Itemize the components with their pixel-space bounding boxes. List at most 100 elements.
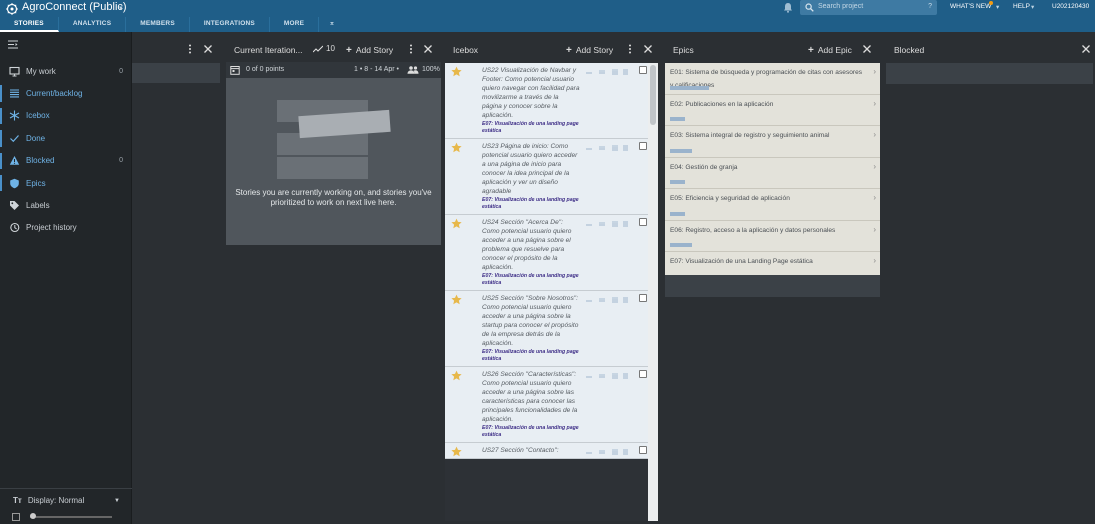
estimate-icon[interactable] — [586, 448, 628, 456]
sidebar-item-my-work[interactable]: My work 0 — [0, 60, 132, 82]
sidebar-item-epics[interactable]: Epics — [0, 172, 132, 194]
story-item[interactable]: US22 Visualización de Navbar y Footer: C… — [445, 63, 648, 139]
display-chevron-icon[interactable]: ▼ — [114, 498, 120, 504]
main-tabs: STORIES ANALYTICS MEMBERS INTEGRATIONS M… — [0, 17, 345, 32]
epic-item[interactable]: E04: Gestión de granja › — [665, 157, 880, 189]
whats-new-chevron-icon[interactable]: ▾ — [996, 3, 999, 11]
help-chevron-icon[interactable]: ▾ — [1031, 3, 1034, 11]
tab-integrations[interactable]: INTEGRATIONS — [190, 17, 270, 32]
sidebar-item-current-backlog[interactable]: Current/backlog — [0, 82, 132, 104]
chevron-right-icon[interactable]: › — [873, 162, 876, 171]
zoom-slider[interactable] — [30, 516, 112, 518]
close-panel-icon[interactable] — [643, 44, 653, 54]
chevron-right-icon[interactable]: › — [873, 256, 876, 265]
sidebar-item-label: Blocked — [26, 156, 55, 166]
sidebar-item-blocked[interactable]: Blocked 0 — [0, 150, 132, 172]
epic-name: E05: Eficiencia y seguridad de aplicació… — [670, 195, 790, 202]
epic-item[interactable]: E01: Sistema de búsqueda y programación … — [665, 63, 880, 95]
unnamed-panel — [132, 40, 220, 85]
star-icon[interactable] — [451, 218, 462, 229]
sidebar-item-project-history[interactable]: Project history — [0, 217, 132, 239]
select-checkbox[interactable] — [639, 446, 647, 454]
story-item[interactable]: US24 Sección "Acerca De": Como potencial… — [445, 215, 648, 291]
estimate-icon[interactable] — [586, 144, 628, 152]
story-item[interactable]: US26 Sección "Características": Como pot… — [445, 367, 648, 443]
notification-bell-icon[interactable] — [783, 2, 793, 13]
help-link[interactable]: HELP — [1013, 3, 1030, 10]
close-panel-icon[interactable] — [203, 44, 213, 54]
chevron-right-icon[interactable]: › — [873, 130, 876, 139]
project-name[interactable]: AgroConnect (Public) — [22, 1, 127, 13]
chevron-right-icon[interactable]: › — [873, 225, 876, 234]
panel-menu-icon[interactable] — [188, 44, 192, 54]
text-size-icon: Tт — [13, 496, 22, 505]
pin-icon[interactable]: ⌅ — [319, 17, 345, 32]
close-panel-icon[interactable] — [862, 44, 872, 54]
epic-list: E01: Sistema de búsqueda y programación … — [665, 63, 880, 284]
panel-menu-icon[interactable] — [409, 44, 413, 54]
story-item[interactable]: US27 Sección "Contacto": — [445, 443, 648, 459]
epic-item[interactable]: E02: Publicaciones en la aplicación › — [665, 94, 880, 126]
tab-more[interactable]: MORE — [270, 17, 320, 32]
scrollbar-thumb[interactable] — [650, 65, 656, 125]
tracker-logo-icon[interactable] — [6, 3, 18, 15]
chevron-right-icon[interactable]: › — [873, 67, 876, 76]
add-story-button[interactable]: + Add Story — [566, 45, 613, 56]
estimate-icon[interactable] — [586, 220, 628, 228]
select-checkbox[interactable] — [639, 370, 647, 378]
search-input[interactable]: Search project — [818, 3, 863, 25]
select-checkbox[interactable] — [639, 218, 647, 226]
project-menu-chevron-icon[interactable]: ▾ — [119, 4, 123, 12]
icebox-panel: Icebox + Add Story US22 Visualización de … — [445, 40, 658, 521]
estimate-icon[interactable] — [586, 68, 628, 76]
star-icon[interactable] — [451, 294, 462, 305]
sidebar: My work 0 Current/backlog Icebox Done Bl… — [0, 32, 132, 524]
sidebar-item-done[interactable]: Done — [0, 127, 132, 149]
add-epic-label: Add Epic — [817, 45, 852, 55]
add-story-label: Add Story — [575, 45, 614, 55]
sidebar-item-icebox[interactable]: Icebox — [0, 105, 132, 127]
add-story-button[interactable]: + Add Story — [346, 45, 393, 56]
zoom-slider-handle[interactable] — [30, 513, 36, 519]
estimate-icon[interactable] — [586, 372, 628, 380]
chevron-right-icon[interactable]: › — [873, 99, 876, 108]
epics-panel: Epics + Add Epic E01: Sistema de búsqueda… — [665, 40, 880, 297]
tab-stories[interactable]: STORIES — [0, 17, 59, 32]
star-icon[interactable] — [451, 370, 462, 381]
close-panel-icon[interactable] — [423, 44, 433, 54]
panel-menu-icon[interactable] — [628, 44, 632, 54]
select-checkbox[interactable] — [639, 142, 647, 150]
select-checkbox[interactable] — [639, 294, 647, 302]
story-epic-label: E07: Visualización de una landing page e… — [482, 197, 579, 210]
velocity-trend-icon — [313, 45, 323, 53]
whats-new-link[interactable]: WHAT'S NEW — [950, 3, 991, 10]
chevron-right-icon[interactable]: › — [873, 193, 876, 202]
add-epic-button[interactable]: + Add Epic — [808, 45, 852, 56]
epic-item[interactable]: E05: Eficiencia y seguridad de aplicació… — [665, 189, 880, 221]
tab-analytics[interactable]: ANALYTICS — [59, 17, 127, 32]
search-help-icon[interactable]: ? — [928, 3, 932, 10]
empty-state-message: Stories you are currently working on, an… — [235, 188, 432, 207]
user-menu[interactable]: U202120430 — [1052, 3, 1089, 10]
select-checkbox[interactable] — [639, 66, 647, 74]
star-icon[interactable] — [451, 66, 462, 77]
star-icon[interactable] — [451, 142, 462, 153]
panel-header: Icebox + Add Story — [445, 40, 658, 62]
epic-item[interactable]: E06: Registro, acceso a la aplicación y … — [665, 220, 880, 252]
calendar-icon[interactable] — [230, 65, 240, 75]
epic-item[interactable]: E03: Sistema integral de registro y segu… — [665, 126, 880, 158]
sidebar-item-labels[interactable]: Labels — [0, 194, 132, 216]
velocity-indicator[interactable]: 10 — [313, 44, 335, 53]
search-box[interactable]: Search project ? — [800, 0, 937, 15]
close-panel-icon[interactable] — [1081, 44, 1091, 54]
star-icon[interactable] — [451, 446, 462, 457]
sidebar-item-label: Project history — [26, 223, 77, 233]
estimate-icon[interactable] — [586, 296, 628, 304]
tab-members[interactable]: MEMBERS — [126, 17, 190, 32]
scrollbar-track[interactable] — [648, 63, 658, 521]
top-bar: AgroConnect (Public) ▾ STORIES ANALYTICS… — [0, 0, 1095, 32]
story-item[interactable]: US25 Sección "Sobre Nosotros": Como pote… — [445, 291, 648, 367]
display-mode-select[interactable]: Tт Display: Normal — [13, 496, 84, 505]
collapse-sidebar-icon[interactable] — [8, 40, 18, 49]
story-item[interactable]: US23 Página de inicio: Como potencial us… — [445, 139, 648, 215]
